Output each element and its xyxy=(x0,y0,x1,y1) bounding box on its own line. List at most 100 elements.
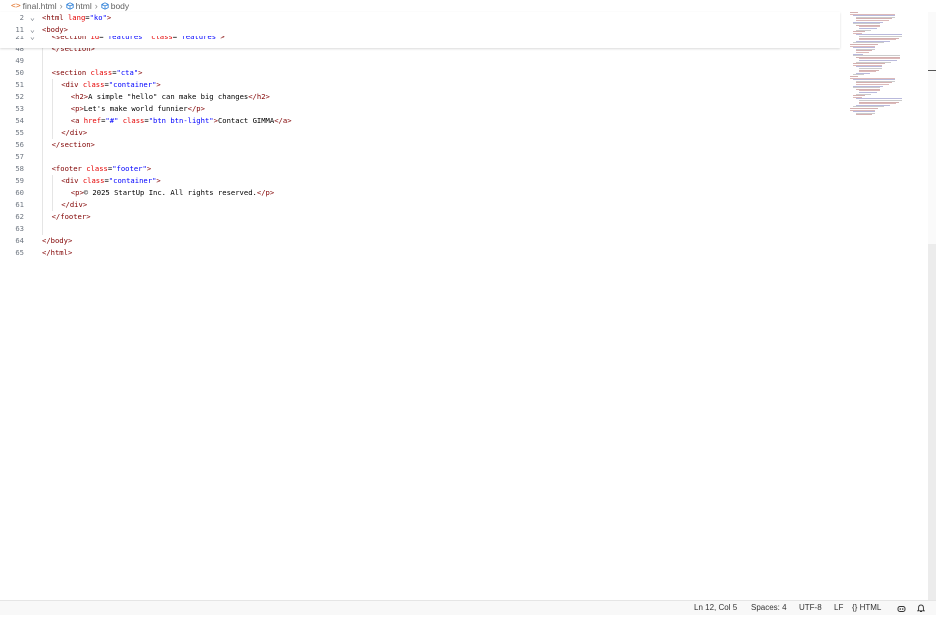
code-line[interactable]: 49 xyxy=(0,55,840,67)
token-attr: class xyxy=(90,68,113,77)
token-tag: <section xyxy=(51,68,91,77)
code-text: </section> xyxy=(52,139,95,151)
chevron-right-icon: › xyxy=(59,1,63,11)
token-val: "container" xyxy=(108,80,157,89)
html-file-icon: <> xyxy=(11,1,21,10)
token-tag: <div xyxy=(61,176,83,185)
braces-icon: {} xyxy=(852,603,858,612)
token-tag: <a xyxy=(70,116,84,125)
token-tag: <footer xyxy=(51,164,87,173)
line-number: 54 xyxy=(15,116,24,125)
code-line[interactable]: 50 <section class="cta"> xyxy=(0,67,840,79)
code-line[interactable]: 55 </div> xyxy=(0,127,840,139)
token-txt: Contact GIMMA xyxy=(217,116,275,125)
token-tag: <div xyxy=(61,80,83,89)
line-number: 21 xyxy=(15,36,24,41)
bell-icon[interactable] xyxy=(916,604,926,618)
code-line[interactable]: 51 <div class="container"> xyxy=(0,79,840,91)
token-val: "ko" xyxy=(89,13,107,22)
indentation[interactable]: Spaces: 4 xyxy=(751,601,787,615)
line-number: 58 xyxy=(15,164,24,173)
token-tag: </h2> xyxy=(248,92,270,101)
token-tag: </p> xyxy=(187,104,205,113)
token-tag: <h2> xyxy=(70,92,89,101)
minimap-line xyxy=(856,114,872,116)
fold-chevron-icon[interactable]: ⌄ xyxy=(30,24,35,36)
line-number: 52 xyxy=(15,92,24,101)
indent-guide xyxy=(51,79,53,139)
token-tag: <section xyxy=(51,36,91,41)
code-text: <a href="#" class="btn btn-light">Contac… xyxy=(71,115,292,127)
element-cube-icon xyxy=(101,2,109,10)
fold-chevron-icon[interactable]: ⌄ xyxy=(30,36,35,41)
token-tag: <p> xyxy=(70,188,84,197)
copilot-icon[interactable] xyxy=(897,604,906,618)
chevron-right-icon: › xyxy=(94,1,98,11)
token-val: "footer" xyxy=(112,164,147,173)
code-line[interactable]: 59 <div class="container"> xyxy=(0,175,840,187)
code-line[interactable]: 2 ⌄ <html lang="ko"> xyxy=(0,12,840,24)
code-line[interactable]: 53 <p>Let's make world funnier</p> xyxy=(0,103,840,115)
code-line[interactable]: 56 </section> xyxy=(0,139,840,151)
sticky-scroll[interactable]: 2 ⌄ <html lang="ko"> 11 ⌄ <body> 21 ⌄ <section i… xyxy=(0,12,840,48)
code-line[interactable]: 58 <footer class="footer"> xyxy=(0,163,840,175)
line-number: 62 xyxy=(15,212,24,221)
language-label: HTML xyxy=(859,603,882,612)
code-line[interactable]: 60 <p>© 2025 StartUp Inc. All rights rese… xyxy=(0,187,840,199)
code-line[interactable]: 63 xyxy=(0,223,840,235)
token-val: "cta" xyxy=(116,68,139,77)
cursor-position[interactable]: Ln 12, Col 5 xyxy=(694,601,737,615)
token-attr: href xyxy=(83,116,102,125)
code-line[interactable]: 11 ⌄ <body> xyxy=(0,24,840,36)
line-number: 61 xyxy=(15,200,24,209)
minimap[interactable] xyxy=(846,12,928,122)
breadcrumb-body[interactable]: body xyxy=(101,0,129,12)
breadcrumb-html[interactable]: html xyxy=(66,0,92,12)
scrollbar-thumb[interactable] xyxy=(928,244,936,600)
code-text: <p>Let's make world funnier</p> xyxy=(71,103,205,115)
code-line[interactable]: 65 </html> xyxy=(0,247,840,259)
token-val: "container" xyxy=(108,176,157,185)
encoding[interactable]: UTF-8 xyxy=(799,601,822,615)
indent-guide xyxy=(42,43,43,235)
code-line[interactable]: 61 </div> xyxy=(0,199,840,211)
fold-chevron-icon[interactable]: ⌄ xyxy=(30,12,35,24)
line-number: 55 xyxy=(15,128,24,137)
token-txt: A simple "hello" can make big changes xyxy=(88,92,249,101)
token-attr: class xyxy=(82,80,105,89)
token-attr: class xyxy=(82,176,105,185)
code-text: </body> xyxy=(42,235,72,247)
breadcrumb: <> final.html › html › body xyxy=(0,0,936,12)
overview-ruler-marker xyxy=(928,70,936,71)
token-val: "#" xyxy=(105,116,119,125)
token-tag: </div> xyxy=(61,200,88,209)
code-line[interactable]: 54 <a href="#" class="btn btn-light">Cont… xyxy=(0,115,840,127)
token-tag: </body> xyxy=(42,236,73,245)
code-line[interactable]: 64 </body> xyxy=(0,235,840,247)
code-line[interactable]: 52 <h2>A simple "hello" can make big chan… xyxy=(0,91,840,103)
token-txt: © 2025 StartUp Inc. All rights reserved. xyxy=(83,188,257,197)
code-text: </footer> xyxy=(52,211,91,223)
token-tag: </p> xyxy=(256,188,275,197)
token-val: "features" xyxy=(103,36,147,41)
token-attr: class xyxy=(122,116,145,125)
end-of-line[interactable]: LF xyxy=(834,601,843,615)
token-val: "features" xyxy=(177,36,221,41)
language-mode[interactable]: {} HTML xyxy=(852,601,881,615)
code-editor[interactable]: 2 ⌄ <html lang="ko"> 11 ⌄ <body> 21 ⌄ <section i… xyxy=(0,12,928,600)
token-tag: <body> xyxy=(42,25,68,34)
code-text: </div> xyxy=(61,127,87,139)
line-number: 49 xyxy=(15,56,24,65)
code-line[interactable]: 62 </footer> xyxy=(0,211,840,223)
breadcrumb-body-label: body xyxy=(110,1,130,11)
breadcrumb-file[interactable]: <> final.html xyxy=(11,0,57,12)
code-line[interactable]: 57 xyxy=(0,151,840,163)
line-number: 64 xyxy=(15,236,24,245)
code-text: <footer class="footer"> xyxy=(52,163,152,175)
code-line[interactable]: 21 ⌄ <section id="features" class="feature… xyxy=(0,36,840,43)
line-number: 65 xyxy=(15,248,24,257)
line-number: 59 xyxy=(15,176,24,185)
code-text: <p>© 2025 StartUp Inc. All rights reserv… xyxy=(71,187,274,199)
line-number: 63 xyxy=(15,224,24,233)
line-number: 57 xyxy=(15,152,24,161)
